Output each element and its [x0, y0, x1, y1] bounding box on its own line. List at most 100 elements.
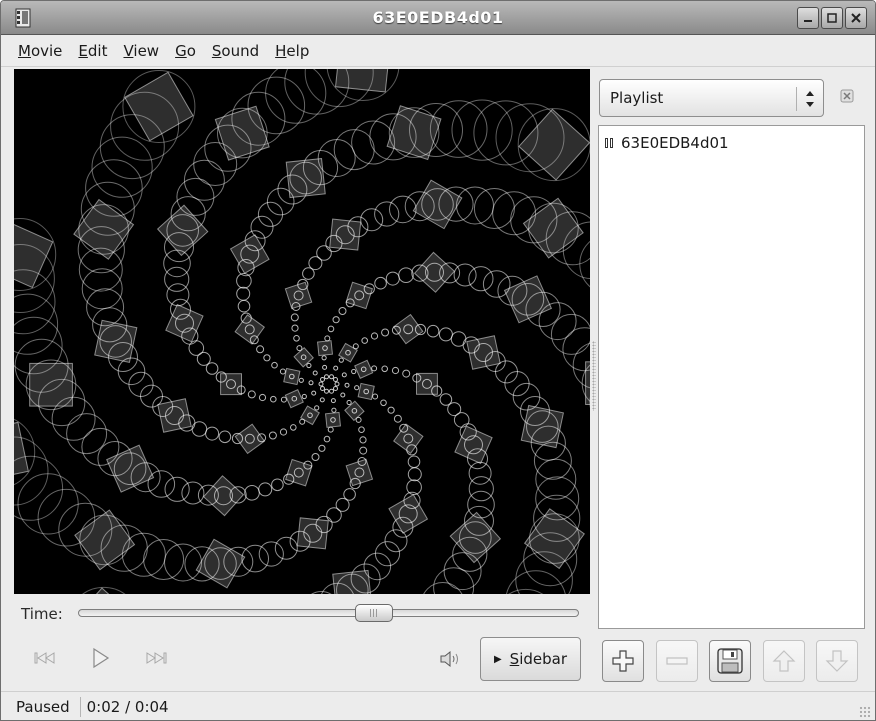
spiral-ring	[271, 361, 278, 369]
menu-movie[interactable]: Movie	[11, 39, 69, 63]
spiral-ring	[374, 201, 400, 227]
playlist-item[interactable]: 63E0EDB4d01	[605, 134, 729, 152]
spiral-ring	[374, 276, 387, 290]
spiral-tile	[124, 71, 194, 142]
speaker-icon[interactable]	[439, 649, 461, 669]
move-down-icon	[825, 650, 849, 672]
spiral-tile	[357, 382, 375, 401]
spiral-ring	[258, 482, 273, 497]
spiral-tile	[392, 313, 424, 345]
spiral-ring	[181, 481, 205, 505]
remove-button[interactable]	[656, 640, 698, 682]
spiral-ring	[308, 380, 314, 386]
spiral-tile	[29, 362, 73, 407]
spiral-ring	[314, 405, 320, 411]
spiral-ring	[468, 476, 494, 502]
spiral-tile	[585, 361, 590, 405]
spiral-ring	[271, 478, 284, 492]
spiral-ring	[247, 76, 306, 135]
spiral-ring	[329, 374, 334, 380]
spiral-tile	[214, 105, 270, 161]
spiral-tile	[67, 587, 140, 594]
add-button[interactable]	[602, 640, 644, 682]
move-up-button[interactable]	[763, 640, 805, 682]
video-area[interactable]	[14, 69, 590, 594]
previous-button[interactable]	[25, 641, 65, 675]
up-down-arrows-icon	[806, 91, 814, 107]
spiral-ring	[340, 392, 346, 398]
spiral-ring	[293, 335, 300, 342]
seek-bar[interactable]	[78, 609, 579, 617]
spiral-ring	[298, 377, 304, 383]
spiral-tile	[354, 359, 374, 379]
player-window: 63E0EDB4d01 Movie Edit View Go Sound Hel…	[0, 0, 876, 721]
spiral-ring	[312, 370, 318, 376]
spiral-tile	[334, 69, 392, 93]
minimize-icon[interactable]	[797, 7, 819, 29]
spiral-ring	[407, 467, 422, 482]
close-icon[interactable]	[845, 7, 867, 29]
spiral-ring	[236, 286, 251, 301]
move-up-icon	[772, 650, 796, 672]
playlist[interactable]: 63E0EDB4d01	[598, 125, 865, 629]
resize-grip[interactable]	[859, 706, 871, 718]
spiral-ring	[263, 354, 271, 362]
spiral-ring	[334, 381, 340, 387]
spiral-ring	[327, 325, 335, 333]
spiral-ring	[324, 374, 329, 380]
maximize-icon[interactable]	[821, 7, 843, 29]
skip-forward-icon	[146, 652, 167, 664]
spiral-tile	[413, 251, 456, 293]
pause-icon	[605, 138, 613, 148]
spiral-ring	[320, 386, 325, 391]
menu-go[interactable]: Go	[168, 39, 203, 63]
menu-sound[interactable]: Sound	[205, 39, 266, 63]
window-title: 63E0EDB4d01	[372, 8, 504, 27]
spiral-ring	[384, 529, 408, 553]
spiral-ring	[391, 366, 400, 375]
sidebar-button-label: Sidebar	[509, 650, 568, 668]
visualization-frame	[14, 69, 590, 594]
spiral-tile	[157, 398, 192, 433]
spiral-ring	[359, 446, 368, 455]
sidebar-selector[interactable]: Playlist	[599, 79, 824, 117]
next-button[interactable]	[136, 641, 176, 675]
spiral-ring	[302, 267, 315, 280]
spiral-ring	[351, 368, 357, 375]
spiral-tile	[285, 458, 313, 487]
spiral-ring	[333, 365, 339, 371]
menu-edit[interactable]: Edit	[71, 39, 114, 63]
spiral-tile	[329, 218, 362, 251]
spiral-tile	[466, 335, 501, 370]
save-button[interactable]	[709, 640, 751, 682]
spiral-ring	[66, 413, 108, 455]
spiral-ring	[438, 327, 453, 342]
spiral-ring	[17, 473, 79, 535]
spiral-tile	[316, 340, 334, 357]
spiral-ring	[14, 293, 59, 355]
spiral-tile	[296, 517, 329, 550]
spiral-ring	[338, 357, 344, 363]
spiral-ring	[164, 266, 190, 292]
spiral-ring	[371, 365, 378, 372]
sidebar-toggle-button[interactable]: ▶ Sidebar	[480, 637, 581, 681]
seek-thumb[interactable]	[355, 604, 394, 622]
save-icon	[717, 648, 743, 674]
title-bar[interactable]: 63E0EDB4d01	[1, 1, 875, 35]
pane-resize-handle[interactable]	[592, 341, 596, 411]
spiral-tile	[520, 404, 565, 449]
move-down-button[interactable]	[816, 640, 858, 682]
menu-view[interactable]: View	[116, 39, 166, 63]
close-x-icon[interactable]	[839, 88, 855, 104]
spiral-ring	[533, 441, 572, 480]
spiral-tile	[518, 108, 590, 181]
spiral-ring	[346, 399, 352, 406]
menu-help[interactable]: Help	[268, 39, 316, 63]
spiral-ring	[468, 266, 494, 292]
spiral-ring	[301, 393, 307, 400]
spiral-tile	[338, 342, 358, 363]
play-button[interactable]	[80, 641, 120, 675]
playback-time: 0:02 / 0:04	[86, 697, 169, 716]
spiral-ring	[258, 393, 267, 402]
spiral-ring	[164, 476, 190, 502]
